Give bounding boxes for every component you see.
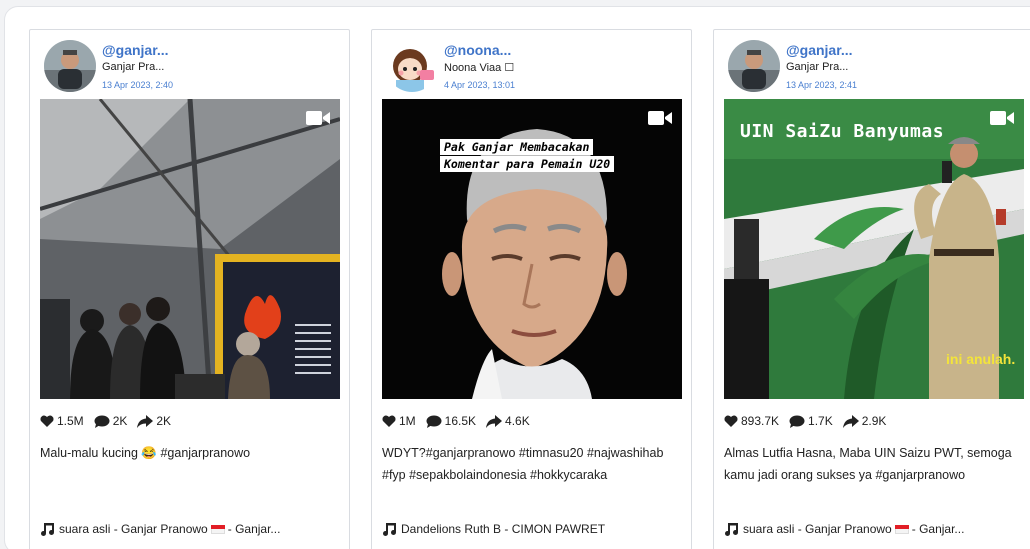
- post-caption: WDYT?#ganjarpranowo #timnasu20 #najwashi…: [382, 446, 664, 482]
- video-thumbnail[interactable]: [40, 99, 340, 399]
- music-note-icon: [383, 523, 396, 536]
- video-thumbnail[interactable]: Pak Ganjar Membacakan Komentar para Pema…: [382, 99, 682, 399]
- share-icon: [842, 414, 859, 428]
- heart-icon: [40, 415, 54, 427]
- comment-icon: [94, 415, 110, 428]
- share-count[interactable]: 2.9K: [842, 414, 886, 428]
- music-note-icon: [725, 523, 738, 536]
- music-note-icon: [41, 523, 54, 536]
- comment-count[interactable]: 1.7K: [789, 414, 833, 428]
- video-overlay-text: UIN SaiZu Banyumas: [740, 121, 945, 142]
- post-date[interactable]: 13 Apr 2023, 2:41: [786, 80, 857, 90]
- comment-icon: [789, 415, 805, 428]
- like-count[interactable]: 893.7K: [724, 414, 779, 428]
- video-overlay-text: Pak Ganjar Membacakan: [440, 139, 594, 155]
- video-camera-icon: [306, 111, 330, 125]
- display-name: Noona Viaa ☐: [444, 62, 515, 74]
- share-icon: [137, 414, 154, 428]
- comment-icon: [426, 415, 442, 428]
- engagement-stats: 1.5M 2K 2K: [40, 411, 181, 431]
- post-caption: Almas Lutfia Hasna, Maba UIN Saizu PWT, …: [724, 446, 1012, 482]
- post-header: @noona... Noona Viaa ☐ 4 Apr 2023, 13:01: [372, 30, 691, 106]
- share-count[interactable]: 2K: [137, 414, 171, 428]
- avatar[interactable]: [386, 40, 438, 92]
- music-track[interactable]: Dandelions Ruth B - CIMON PAWRET: [382, 522, 687, 536]
- post-header: @ganjar... Ganjar Pra... 13 Apr 2023, 2:…: [714, 30, 1030, 106]
- heart-icon: [382, 415, 396, 427]
- music-track[interactable]: suara asli - Ganjar Pranowo - Ganjar...: [40, 522, 345, 536]
- post-header: @ganjar... Ganjar Pra... 13 Apr 2023, 2:…: [30, 30, 349, 106]
- engagement-stats: 1M 16.5K 4.6K: [382, 411, 540, 431]
- username[interactable]: @noona...: [444, 42, 511, 58]
- post-date[interactable]: 4 Apr 2023, 13:01: [444, 80, 515, 90]
- heart-icon: [724, 415, 738, 427]
- share-count[interactable]: 4.6K: [486, 414, 530, 428]
- display-name: Ganjar Pra...: [102, 61, 165, 73]
- like-count[interactable]: 1.5M: [40, 414, 84, 428]
- comment-count[interactable]: 2K: [94, 414, 127, 428]
- video-overlay-text: Komentar para Pemain U20: [440, 156, 615, 172]
- post-caption: Malu-malu kucing 😂 #ganjarpranowo: [40, 446, 251, 460]
- username[interactable]: @ganjar...: [102, 42, 169, 58]
- post-card[interactable]: @ganjar... Ganjar Pra... 13 Apr 2023, 2:…: [29, 29, 350, 549]
- video-overlay-subtitle: ini anulah.: [946, 351, 1016, 367]
- avatar[interactable]: [44, 40, 96, 92]
- username[interactable]: @ganjar...: [786, 42, 853, 58]
- video-camera-icon: [648, 111, 672, 125]
- like-count[interactable]: 1M: [382, 414, 416, 428]
- indonesia-flag-icon: [894, 524, 909, 534]
- engagement-stats: 893.7K 1.7K 2.9K: [724, 411, 896, 431]
- share-icon: [486, 414, 503, 428]
- avatar[interactable]: [728, 40, 780, 92]
- comment-count[interactable]: 16.5K: [426, 414, 476, 428]
- display-name: Ganjar Pra...: [786, 61, 849, 73]
- video-camera-icon: [990, 111, 1014, 125]
- feed-container: @ganjar... Ganjar Pra... 13 Apr 2023, 2:…: [4, 6, 1030, 549]
- video-thumbnail[interactable]: UIN SaiZu Banyumas ini anulah.: [724, 99, 1024, 399]
- indonesia-flag-icon: [210, 524, 225, 534]
- music-track[interactable]: suara asli - Ganjar Pranowo - Ganjar...: [724, 522, 1029, 536]
- post-card[interactable]: @ganjar... Ganjar Pra... 13 Apr 2023, 2:…: [713, 29, 1030, 549]
- post-card[interactable]: @noona... Noona Viaa ☐ 4 Apr 2023, 13:01: [371, 29, 692, 549]
- post-date[interactable]: 13 Apr 2023, 2:40: [102, 80, 173, 90]
